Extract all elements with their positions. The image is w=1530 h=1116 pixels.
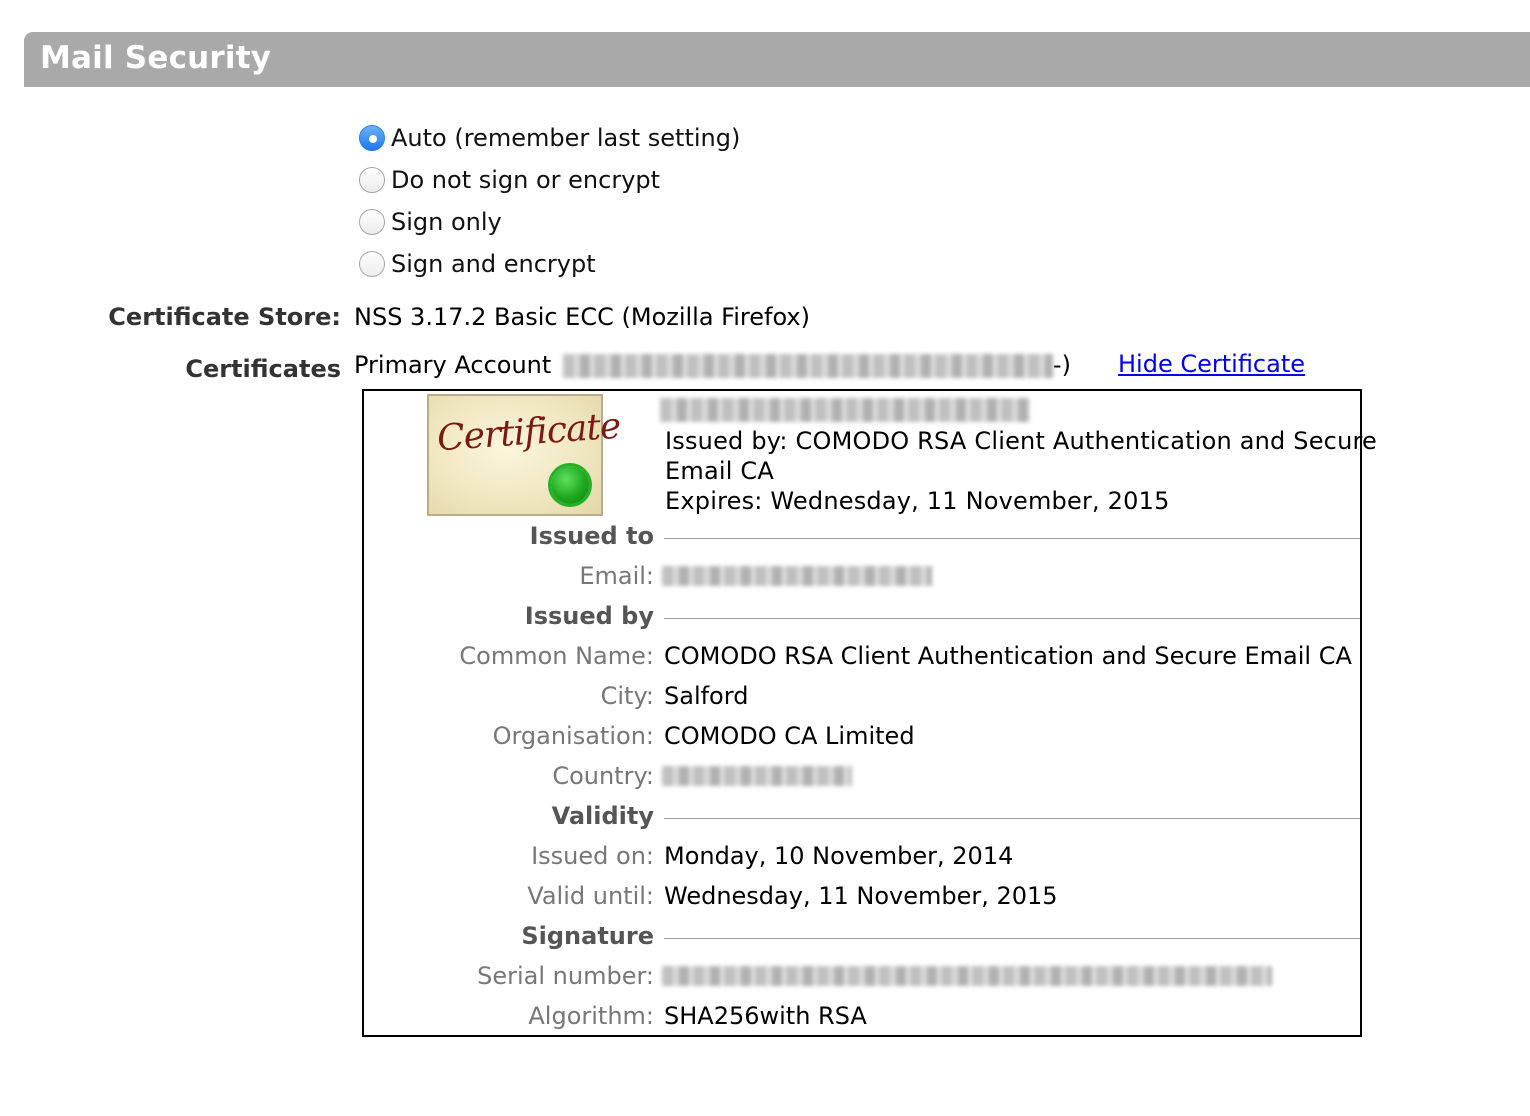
section-divider bbox=[664, 618, 1360, 619]
certificate-icon-text: Certificate bbox=[435, 405, 622, 460]
radio-button-sign-and-encrypt[interactable] bbox=[359, 251, 385, 277]
field-country: Country: bbox=[364, 762, 1360, 792]
redacted-email bbox=[662, 566, 932, 586]
section-divider bbox=[664, 938, 1360, 939]
field-common-name-label: Common Name: bbox=[459, 642, 654, 670]
field-common-name-value: COMODO RSA Client Authentication and Sec… bbox=[664, 642, 1352, 670]
section-issued-by: Issued by bbox=[364, 602, 1360, 632]
radio-option-do-not-sign[interactable]: Do not sign or encrypt bbox=[359, 165, 660, 195]
section-header: Mail Security bbox=[24, 32, 1530, 87]
radio-option-sign-only[interactable]: Sign only bbox=[359, 207, 502, 237]
field-algorithm-label: Algorithm: bbox=[528, 1002, 654, 1030]
redacted-certificate-name bbox=[660, 398, 1030, 422]
section-validity-label: Validity bbox=[551, 802, 654, 830]
field-city-value: Salford bbox=[664, 682, 749, 710]
section-title: Mail Security bbox=[40, 40, 272, 76]
certificate-store-label: Certificate Store: bbox=[108, 303, 341, 331]
field-algorithm-value: SHA256with RSA bbox=[664, 1002, 867, 1030]
radio-button-auto[interactable] bbox=[359, 125, 385, 151]
radio-button-sign-only[interactable] bbox=[359, 209, 385, 235]
certificate-icon: Certificate bbox=[427, 394, 621, 516]
certificate-expires-summary: Expires: Wednesday, 11 November, 2015 bbox=[665, 487, 1170, 515]
redacted-account-email bbox=[562, 354, 1053, 378]
certificate-seal-icon bbox=[551, 466, 589, 504]
field-valid-until-label: Valid until: bbox=[527, 882, 654, 910]
section-issued-to-label: Issued to bbox=[529, 522, 654, 550]
field-valid-until: Valid until: Wednesday, 11 November, 201… bbox=[364, 882, 1360, 912]
certificate-issued-by-summary-cont: Email CA bbox=[665, 457, 774, 485]
radio-button-do-not-sign[interactable] bbox=[359, 167, 385, 193]
field-serial-number-label: Serial number: bbox=[477, 962, 654, 990]
section-validity: Validity bbox=[364, 802, 1360, 832]
certificates-label: Certificates bbox=[185, 355, 341, 383]
certificate-account-selector[interactable]: Primary Account -) bbox=[354, 351, 1071, 379]
field-organisation-value: COMODO CA Limited bbox=[664, 722, 915, 750]
field-country-label: Country: bbox=[552, 762, 654, 790]
field-issued-on: Issued on: Monday, 10 November, 2014 bbox=[364, 842, 1360, 872]
hide-certificate-link[interactable]: Hide Certificate bbox=[1118, 350, 1305, 378]
field-serial-number: Serial number: bbox=[364, 962, 1360, 992]
certificate-store-value: NSS 3.17.2 Basic ECC (Mozilla Firefox) bbox=[354, 303, 810, 331]
field-organisation-label: Organisation: bbox=[492, 722, 654, 750]
field-common-name: Common Name: COMODO RSA Client Authentic… bbox=[364, 642, 1360, 672]
radio-label-sign-and-encrypt[interactable]: Sign and encrypt bbox=[391, 250, 596, 278]
radio-option-sign-and-encrypt[interactable]: Sign and encrypt bbox=[359, 249, 596, 279]
section-signature: Signature bbox=[364, 922, 1360, 952]
field-city-label: City: bbox=[600, 682, 654, 710]
field-city: City: Salford bbox=[364, 682, 1360, 712]
certificate-account-prefix: Primary Account bbox=[354, 351, 552, 379]
field-issued-on-label: Issued on: bbox=[531, 842, 654, 870]
section-divider bbox=[664, 538, 1360, 539]
certificate-details-panel: Certificate Issued by: COMODO RSA Client… bbox=[362, 389, 1377, 1037]
radio-option-auto[interactable]: Auto (remember last setting) bbox=[359, 123, 740, 153]
certificate-issued-by-summary: Issued by: COMODO RSA Client Authenticat… bbox=[665, 427, 1377, 455]
field-email-label: Email: bbox=[579, 562, 654, 590]
radio-label-auto[interactable]: Auto (remember last setting) bbox=[391, 124, 740, 152]
certificate-account-suffix: -) bbox=[1052, 351, 1071, 379]
radio-label-sign-only[interactable]: Sign only bbox=[391, 208, 502, 236]
field-algorithm: Algorithm: SHA256with RSA bbox=[364, 1002, 1360, 1032]
redacted-country bbox=[662, 766, 852, 786]
field-email: Email: bbox=[364, 562, 1360, 592]
section-issued-to: Issued to bbox=[364, 522, 1360, 552]
field-issued-on-value: Monday, 10 November, 2014 bbox=[664, 842, 1014, 870]
redacted-serial-number bbox=[662, 966, 1272, 986]
radio-label-do-not-sign[interactable]: Do not sign or encrypt bbox=[391, 166, 660, 194]
field-organisation: Organisation: COMODO CA Limited bbox=[364, 722, 1360, 752]
section-issued-by-label: Issued by bbox=[524, 602, 654, 630]
section-divider bbox=[664, 818, 1360, 819]
field-valid-until-value: Wednesday, 11 November, 2015 bbox=[664, 882, 1058, 910]
section-signature-label: Signature bbox=[521, 922, 654, 950]
